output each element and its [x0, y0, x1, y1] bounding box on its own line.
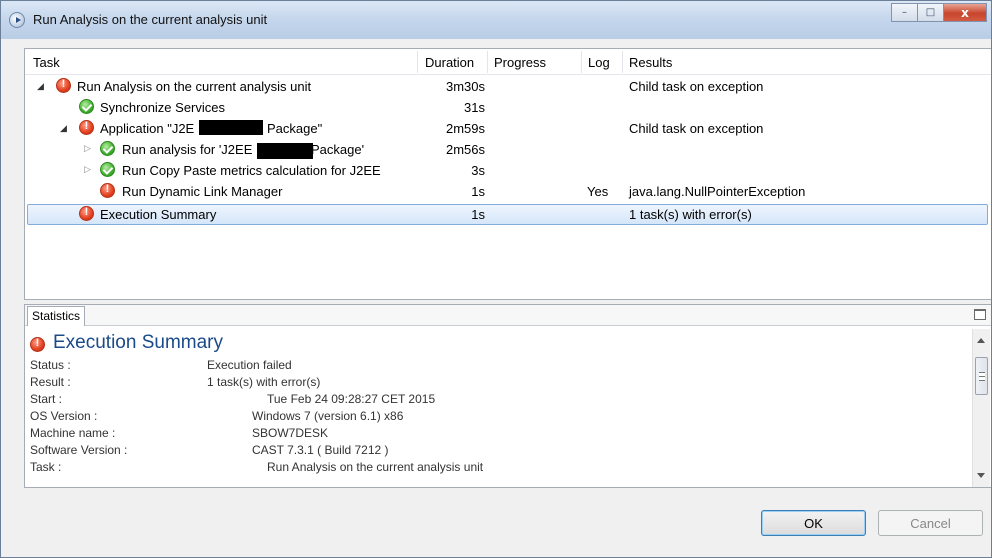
column-header-task[interactable]: Task — [33, 55, 60, 70]
error-icon — [30, 337, 45, 352]
statistics-tab-bar: Statistics — [25, 305, 991, 326]
task-duration: 3s — [471, 163, 485, 178]
task-name: Application "J2E — [100, 121, 195, 136]
task-name: Run Analysis on the current analysis uni… — [77, 79, 312, 94]
maximize-button[interactable]: □ — [917, 3, 943, 22]
task-duration: 2m56s — [445, 142, 485, 157]
statistics-content: Execution Summary Status : Execution fai… — [27, 329, 969, 487]
task-duration: 1s — [471, 184, 485, 199]
statistics-title: Execution Summary — [53, 332, 224, 353]
table-row[interactable]: Run Dynamic Link Manager 1s Yes java.lan… — [27, 181, 988, 202]
column-divider[interactable] — [487, 51, 488, 73]
column-header-progress[interactable]: Progress — [494, 55, 546, 70]
cancel-button[interactable]: Cancel — [878, 510, 983, 536]
field-label-machine-name: Machine name : — [30, 426, 116, 440]
field-label-result: Result : — [30, 375, 71, 389]
field-label-task: Task : — [30, 460, 62, 474]
field-value-status: Execution failed — [207, 358, 292, 372]
field-label-start: Start : — [30, 392, 63, 406]
task-result: 1 task(s) with error(s) — [629, 207, 752, 222]
task-duration: 31s — [464, 100, 485, 115]
task-duration: 3m30s — [445, 79, 485, 94]
field-label-os-version: OS Version : — [30, 409, 98, 423]
table-row[interactable]: ▷ Run analysis for 'J2EE Package' 2m56s — [27, 139, 988, 160]
task-name: Run Copy Paste metrics calculation for J… — [122, 163, 381, 178]
field-value-result: 1 task(s) with error(s) — [207, 375, 321, 389]
column-divider[interactable] — [581, 51, 582, 73]
task-name: Synchronize Services — [100, 100, 225, 115]
error-icon — [79, 206, 94, 221]
run-icon — [9, 12, 25, 28]
column-header-results[interactable]: Results — [629, 55, 672, 70]
ok-button[interactable]: OK — [761, 510, 866, 536]
scroll-up-icon[interactable] — [977, 338, 985, 343]
minimize-button[interactable]: – — [891, 3, 917, 22]
error-icon — [56, 78, 71, 93]
column-divider[interactable] — [622, 51, 623, 73]
table-row[interactable]: Synchronize Services 31s — [27, 97, 988, 118]
error-icon — [79, 120, 94, 135]
task-log: Yes — [587, 184, 609, 199]
statistics-panel: Statistics Execution Summary Status : Ex… — [24, 304, 991, 488]
task-result: Child task on exception — [629, 79, 764, 94]
statistics-scrollbar[interactable] — [972, 329, 990, 487]
success-check-icon — [100, 141, 115, 156]
task-table: Task Duration Progress Log Results ◢ Run… — [24, 48, 991, 300]
table-row[interactable]: ◢ Run Analysis on the current analysis u… — [27, 76, 988, 97]
field-value-machine-name: SBOW7DESK — [252, 426, 329, 440]
close-button[interactable]: x — [943, 3, 987, 22]
field-label-software-version: Software Version : — [30, 443, 128, 457]
task-duration: 2m59s — [445, 121, 485, 136]
maximize-panel-icon[interactable] — [974, 309, 986, 320]
task-duration: 1s — [471, 207, 485, 222]
column-header-log[interactable]: Log — [588, 55, 610, 70]
task-name: Execution Summary — [100, 207, 217, 222]
task-name-suffix: Package' — [311, 142, 365, 157]
task-name-suffix: Package" — [267, 121, 323, 136]
task-result: Child task on exception — [629, 121, 764, 136]
field-label-status: Status : — [30, 358, 71, 372]
window-title: Run Analysis on the current analysis uni… — [33, 12, 268, 27]
table-header: Task Duration Progress Log Results — [25, 49, 991, 75]
column-divider[interactable] — [417, 51, 418, 73]
redaction-block — [199, 120, 263, 135]
redaction-block — [257, 143, 313, 159]
field-value-task: Run Analysis on the current analysis uni… — [267, 460, 484, 474]
tab-statistics[interactable]: Statistics — [27, 306, 86, 326]
task-result: java.lang.NullPointerException — [629, 184, 806, 199]
error-icon — [100, 183, 115, 198]
table-row[interactable]: ◢ Application "J2E Package" 2m59s Child … — [27, 118, 988, 139]
run-analysis-dialog: Run Analysis on the current analysis uni… — [0, 0, 992, 558]
scroll-down-icon[interactable] — [977, 473, 985, 478]
scroll-thumb[interactable] — [975, 357, 988, 395]
field-value-os-version: Windows 7 (version 6.1) x86 — [252, 409, 404, 423]
field-value-software-version: CAST 7.3.1 ( Build 7212 ) — [252, 443, 389, 457]
task-name: Run Dynamic Link Manager — [122, 184, 283, 199]
success-check-icon — [100, 162, 115, 177]
title-bar[interactable]: Run Analysis on the current analysis uni… — [1, 1, 991, 39]
window-controls: – □ x — [891, 3, 987, 23]
task-name: Run analysis for 'J2EE — [122, 142, 253, 157]
column-header-duration[interactable]: Duration — [425, 55, 474, 70]
table-row[interactable]: ▷ Run Copy Paste metrics calculation for… — [27, 160, 988, 181]
table-row-selected[interactable]: Execution Summary 1s 1 task(s) with erro… — [27, 204, 988, 225]
success-check-icon — [79, 99, 94, 114]
field-value-start: Tue Feb 24 09:28:27 CET 2015 — [267, 392, 436, 406]
